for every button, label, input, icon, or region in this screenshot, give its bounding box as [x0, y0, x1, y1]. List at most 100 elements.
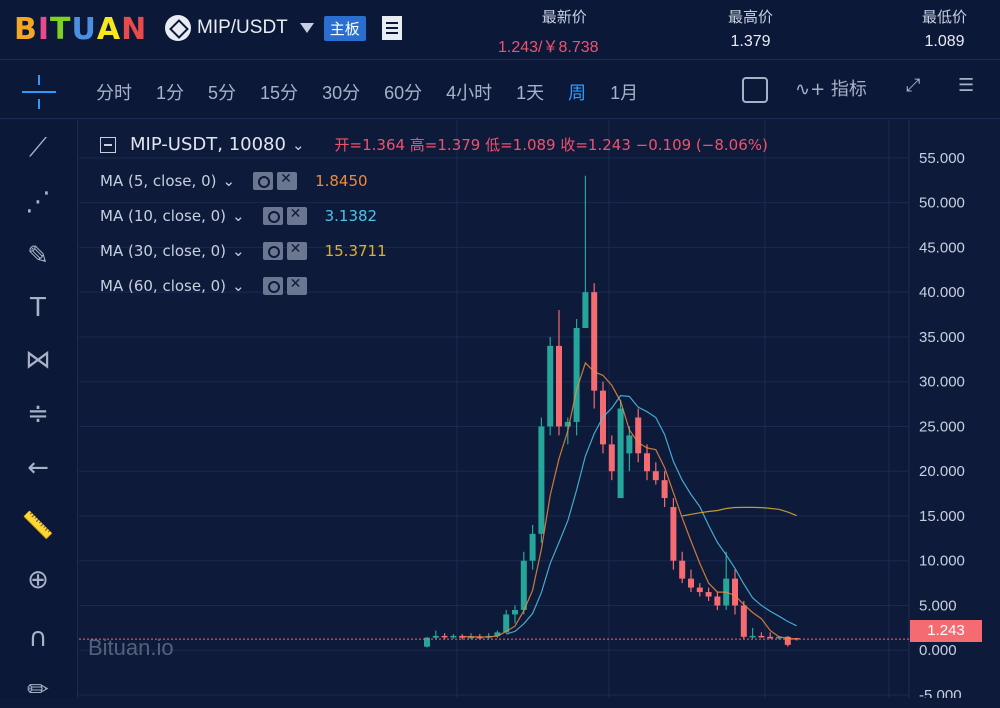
candle-body: [529, 533, 536, 561]
low-price-stat: 最低价 1.089: [922, 6, 967, 51]
latest-price-value: 1.243/￥8.738: [498, 39, 599, 56]
trendline-icon[interactable]: ⟋: [20, 130, 56, 166]
candle-body: [635, 417, 642, 454]
candle-body: [714, 596, 721, 606]
y-tick-label: 0.000: [919, 642, 957, 659]
candle-body: [591, 292, 598, 391]
coin-icon: [165, 15, 191, 41]
ma-legend-row: MA (60, close, 0) ⌄: [100, 276, 325, 295]
interval-tab[interactable]: 4小时: [446, 79, 492, 105]
fullscreen-icon[interactable]: ⤢: [906, 75, 920, 96]
candle-body: [705, 592, 712, 597]
high-price-stat: 最高价 1.379: [728, 6, 773, 51]
y-tick-label: 15.000: [919, 508, 965, 525]
ohlc-legend: MIP-USDT, 10080 ⌄ 开=1.364 高=1.379 低=1.08…: [100, 134, 768, 155]
fib-icon[interactable]: ⋰: [20, 184, 56, 220]
last-price-badge: 1.243: [910, 620, 982, 642]
interval-tab[interactable]: 60分: [384, 79, 422, 105]
candle-body: [520, 560, 527, 610]
magnet-icon[interactable]: ∩: [20, 620, 56, 656]
eye-icon[interactable]: [262, 277, 283, 295]
logo[interactable]: BITUAN: [14, 12, 147, 47]
ma-legend-row: MA (10, close, 0) ⌄ 3.1382: [100, 206, 378, 225]
candle-body: [652, 471, 659, 481]
document-icon[interactable]: [381, 16, 402, 40]
eye-icon[interactable]: [262, 207, 283, 225]
ma-line: [682, 506, 797, 517]
ruler-icon[interactable]: 📏: [20, 508, 56, 544]
pattern-icon[interactable]: ⋈: [20, 342, 56, 378]
chevron-down-icon[interactable]: [299, 23, 314, 33]
interval-tab[interactable]: 30分: [322, 79, 360, 105]
measure-lines-icon[interactable]: ≑: [20, 396, 56, 432]
settings-icon[interactable]: ☰: [958, 75, 974, 96]
interval-tab[interactable]: 1分: [156, 79, 184, 105]
zoom-in-icon[interactable]: ⊕: [20, 562, 56, 598]
interval-tab[interactable]: 分时: [96, 79, 132, 105]
arrow-left-icon[interactable]: ←: [20, 450, 56, 486]
ma-line: [462, 361, 797, 640]
pair-selector[interactable]: MIP/USDT 主板: [165, 15, 402, 41]
ma-value: 3.1382: [324, 207, 378, 225]
y-tick-label: 5.000: [919, 597, 957, 614]
y-tick-label: 25.000: [919, 418, 965, 435]
candle-body: [670, 507, 677, 561]
brush-icon[interactable]: ✎: [20, 238, 56, 274]
candle-body: [450, 635, 457, 638]
y-tick-label: 10.000: [919, 553, 965, 570]
interval-tab[interactable]: 1月: [610, 79, 638, 105]
candle-body: [740, 605, 747, 637]
crosshair-icon[interactable]: [22, 75, 56, 109]
y-tick-label: 40.000: [919, 284, 965, 301]
candle-body: [767, 636, 774, 639]
latest-price-label: 最新价: [541, 9, 587, 26]
candle-body: [617, 408, 624, 499]
pencil-icon[interactable]: ✏: [20, 672, 56, 708]
ma-label[interactable]: MA (30, close, 0): [100, 242, 226, 260]
chevron-down-icon[interactable]: ⌄: [292, 136, 305, 154]
candle-body: [644, 453, 650, 472]
candle-body: [573, 327, 580, 422]
collapse-icon[interactable]: [100, 136, 116, 153]
y-tick-label: 50.000: [919, 195, 965, 212]
eye-icon[interactable]: [262, 242, 283, 260]
ma-label[interactable]: MA (60, close, 0): [100, 277, 226, 295]
high-price-label: 最高价: [728, 9, 774, 26]
y-tick-label: 45.000: [919, 239, 965, 256]
low-price-value: 1.089: [924, 33, 965, 50]
ma-label[interactable]: MA (10, close, 0): [100, 207, 226, 225]
interval-tab[interactable]: 15分: [260, 79, 298, 105]
indicator-button[interactable]: ∿+ 指标: [795, 75, 867, 101]
candle-body: [441, 635, 448, 638]
chevron-down-icon[interactable]: ⌄: [232, 207, 245, 225]
text-icon[interactable]: T: [20, 290, 56, 326]
candle-body: [696, 587, 703, 593]
drawing-toolbar: ⟋ ⋰ ✎ T ⋈ ≑ ← 📏 ⊕ ∩ ✏: [0, 120, 78, 705]
chevron-down-icon[interactable]: ⌄: [232, 242, 245, 260]
ma-label[interactable]: MA (5, close, 0): [100, 172, 216, 190]
y-tick-label: -5.000: [919, 687, 962, 698]
ohlc-values: 开=1.364 高=1.379 低=1.089 收=1.243 −0.109 (…: [334, 136, 768, 154]
ma-value: 1.8450: [315, 172, 368, 190]
candle-body: [688, 578, 694, 588]
pair-name: MIP/USDT: [197, 17, 288, 38]
header-bar: BITUAN MIP/USDT 主板 最新价 1.243/￥8.738 最高价 …: [0, 0, 1000, 60]
candle-body: [432, 635, 439, 638]
candle-body: [512, 609, 518, 615]
interval-tab[interactable]: 周: [568, 79, 586, 105]
interval-tab[interactable]: 1天: [516, 79, 544, 105]
symbol-label[interactable]: MIP-USDT, 10080: [130, 134, 286, 155]
candle-body: [758, 635, 765, 638]
chevron-down-icon[interactable]: ⌄: [222, 172, 235, 190]
close-icon[interactable]: [277, 171, 298, 190]
board-badge: 主板: [323, 15, 366, 41]
indicator-label: 指标: [830, 79, 867, 100]
close-icon[interactable]: [286, 241, 307, 260]
interval-tab[interactable]: 5分: [208, 79, 236, 105]
close-icon[interactable]: [286, 276, 307, 295]
eye-icon[interactable]: [253, 172, 274, 190]
chevron-down-icon[interactable]: ⌄: [232, 277, 245, 295]
ma-legend-row: MA (5, close, 0) ⌄ 1.8450: [100, 171, 368, 190]
close-icon[interactable]: [286, 206, 307, 225]
compare-icon[interactable]: [742, 77, 768, 103]
